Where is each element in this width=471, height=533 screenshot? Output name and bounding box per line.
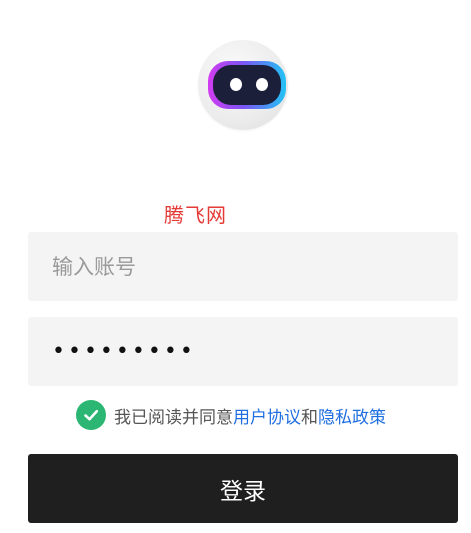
avatar-left-eye [230,78,242,91]
password-input[interactable] [28,317,458,386]
login-button[interactable]: 登录 [28,454,458,523]
avatar-face [213,65,281,105]
username-field[interactable] [28,232,458,301]
robot-avatar-icon [198,40,288,130]
username-input[interactable] [28,232,458,301]
check-icon [84,409,99,421]
agreement-text: 我已阅读并同意用户协议和隐私政策 [114,403,386,428]
user-agreement-link[interactable]: 用户协议 [233,408,301,428]
site-name: 腾飞网 [164,203,227,227]
login-page: 腾飞网 我已阅读并同意用户协议和隐私政策 登录 [0,0,471,533]
privacy-policy-link[interactable]: 隐私政策 [318,408,386,428]
agreement-row: 我已阅读并同意用户协议和隐私政策 [76,400,386,430]
agreement-prefix: 我已阅读并同意 [114,407,233,428]
avatar-right-eye [256,78,268,91]
agreement-checkbox[interactable] [76,400,106,430]
agreement-and: 和 [301,407,318,428]
password-field[interactable] [28,317,458,386]
